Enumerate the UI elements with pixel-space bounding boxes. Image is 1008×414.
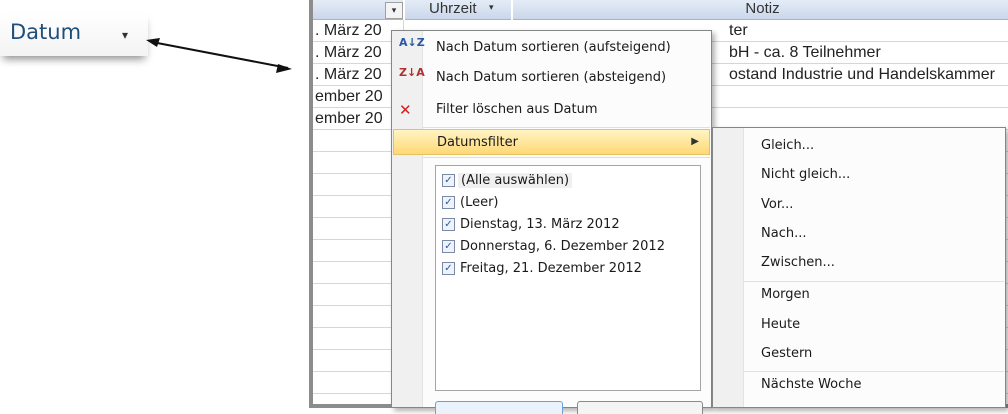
column-header-uhrzeit-label: Uhrzeit [429,0,477,17]
column-header-uhrzeit[interactable]: Uhrzeit ▾ [405,0,511,20]
submenu-item-zwischen[interactable]: Zwischen... [761,255,835,270]
checkbox-checked-icon[interactable]: ✓ [442,174,455,187]
submenu-item-naechste-woche[interactable]: Nächste Woche [761,377,862,392]
cell-notiz[interactable]: ter [729,22,748,40]
menu-item-sort-ascending[interactable]: A↓Z Nach Datum sortieren (aufsteigend) [393,35,710,61]
menu-item-label: Datumsfilter [437,135,518,150]
menu-separator [423,127,710,128]
menu-item-sort-descending[interactable]: Z↓A Nach Datum sortieren (absteigend) [393,65,710,91]
checkbox-label: (Alle auswählen) [458,173,573,188]
submenu-item-gestern[interactable]: Gestern [761,346,812,361]
autofilter-menu: A↓Z Nach Datum sortieren (aufsteigend) Z… [391,30,712,414]
menu-item-clear-filter[interactable]: ✕ Filter löschen aus Datum [393,97,710,123]
cell-notiz[interactable]: bH - ca. 8 Teilnehmer [729,44,881,62]
menu-separator [423,157,710,158]
menu-item-label: Nach Datum sortieren (aufsteigend) [436,40,671,55]
arrowhead-right-icon [276,64,292,73]
checkbox-label: (Leer) [460,195,499,210]
checkbox-checked-icon[interactable]: ✓ [442,262,455,275]
filter-dropdown-button[interactable]: ▾ [385,2,403,19]
sort-ascending-icon: A↓Z [399,36,425,49]
submenu-item-nicht-gleich[interactable]: Nicht gleich... [761,167,850,182]
menu-item-label: Filter löschen aus Datum [436,102,598,117]
column-header-notiz[interactable]: Notiz [513,0,1008,20]
submenu-separator [744,371,1004,372]
checkbox-checked-icon[interactable]: ✓ [442,196,455,209]
cell-datum[interactable]: . März 20 [315,44,382,62]
chevron-down-icon[interactable]: ▾ [489,2,494,13]
submenu-arrow-icon: ▶ [691,136,699,147]
cell-datum[interactable]: . März 20 [315,66,382,84]
cell-datum[interactable]: . März 20 [315,22,382,40]
menu-item-datumsfilter[interactable]: Datumsfilter ▶ [393,129,710,155]
cell-datum[interactable]: ember 20 [315,88,383,106]
checkbox-checked-icon[interactable]: ✓ [442,218,455,231]
checkbox-checked-icon[interactable]: ✓ [442,240,455,253]
arrowhead-left-icon [146,38,160,47]
filter-value-list[interactable]: ✓ (Alle auswählen) ✓ (Leer) ✓ Dienstag, … [435,165,701,391]
checkbox-label: Freitag, 21. Dezember 2012 [460,261,642,276]
sort-descending-icon: Z↓A [399,66,425,79]
submenu-item-gleich[interactable]: Gleich... [761,138,814,153]
checkbox-label: Donnerstag, 6. Dezember 2012 [460,239,665,254]
menu-item-label: Nach Datum sortieren (absteigend) [436,70,667,85]
datumsfilter-submenu: Gleich... Nicht gleich... Vor... Nach...… [712,127,1006,408]
checkbox-label: Dienstag, 13. März 2012 [460,217,620,232]
submenu-item-nach[interactable]: Nach... [761,226,806,241]
pointer-arrow-icon [146,38,292,73]
submenu-item-heute[interactable]: Heute [761,317,800,332]
submenu-item-morgen[interactable]: Morgen [761,287,810,302]
cell-notiz[interactable]: ostand Industrie und Handelskammer [729,66,995,84]
column-header-datum[interactable]: ▾ [313,0,403,20]
submenu-separator [744,281,1004,282]
cell-datum[interactable]: ember 20 [315,110,383,128]
clear-filter-icon: ✕ [399,101,412,119]
submenu-item-vor[interactable]: Vor... [761,197,793,212]
column-header-notiz-label: Notiz [745,0,780,17]
submenu-icon-gutter [713,128,744,407]
